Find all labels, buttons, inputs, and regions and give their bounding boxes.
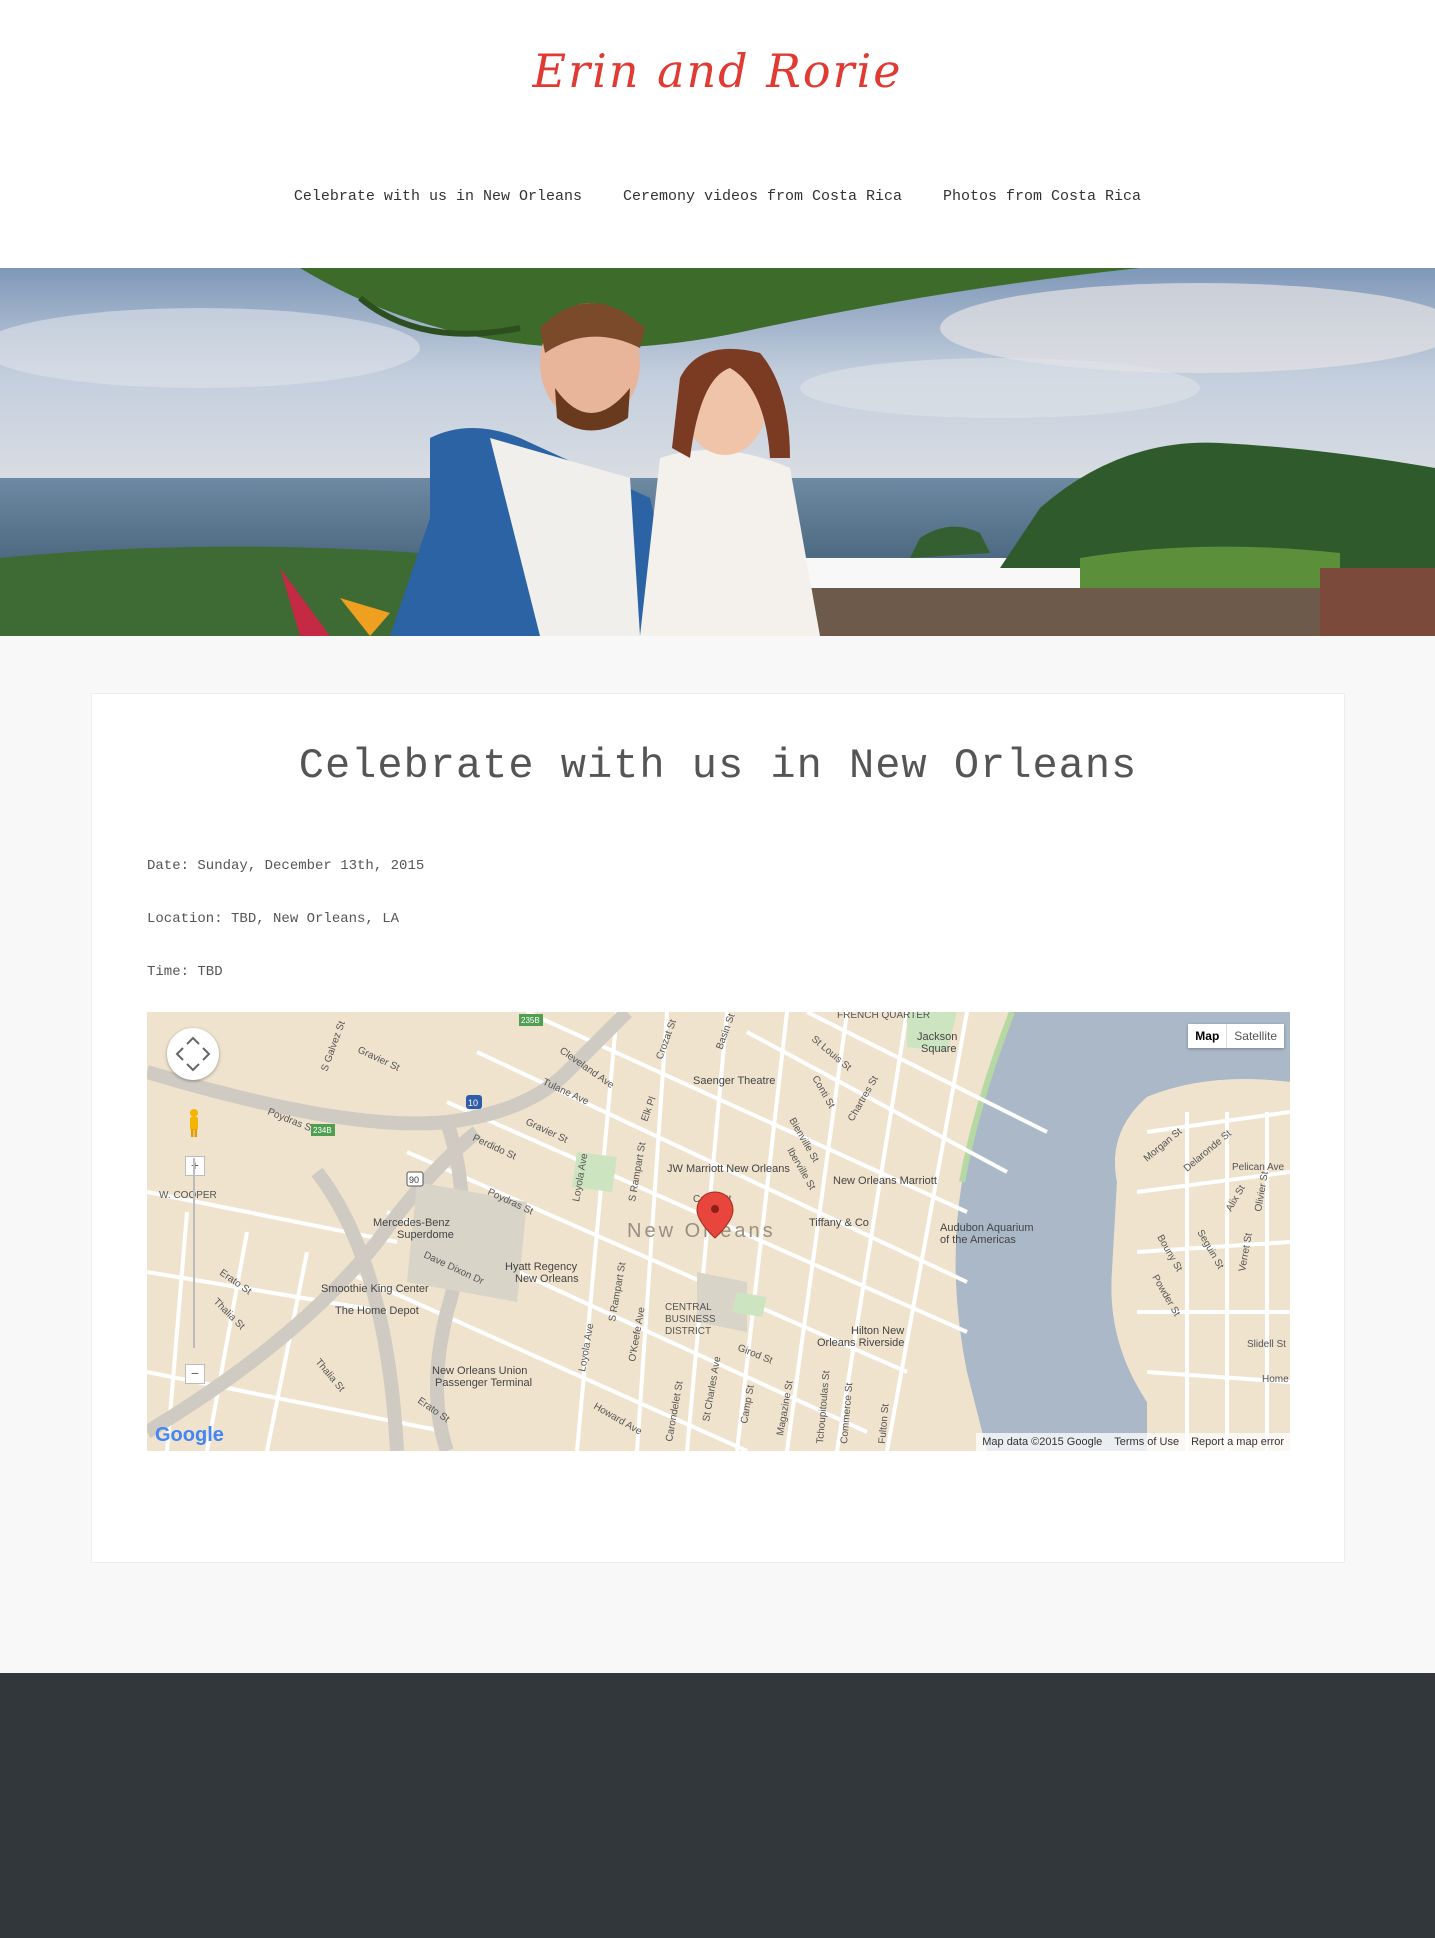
embedded-map[interactable]: New Orleans Saenger Theatre JW Marriott …: [147, 1012, 1290, 1451]
map-type-satellite-button[interactable]: Satellite: [1227, 1024, 1284, 1048]
pan-arrows-icon: [175, 1036, 211, 1072]
map-canvas[interactable]: New Orleans Saenger Theatre JW Marriott …: [147, 1012, 1290, 1451]
map-label-marriott: New Orleans Marriott: [833, 1175, 937, 1187]
map-label-union-2: Passenger Terminal: [435, 1377, 532, 1389]
google-logo[interactable]: Google: [155, 1424, 224, 1447]
exit-sign-icon: 234B: [311, 1124, 335, 1136]
map-city-label: New Orleans: [627, 1220, 776, 1242]
site-title[interactable]: Erin and Rorie: [0, 44, 1435, 98]
event-location: Location: TBD, New Orleans, LA: [147, 911, 400, 927]
site-footer: [0, 1673, 1435, 1938]
nav-item-photos[interactable]: Photos from Costa Rica: [943, 188, 1141, 205]
terms-of-use-link[interactable]: Terms of Use: [1114, 1433, 1179, 1451]
street-label-pelican: Pelican Ave: [1232, 1162, 1285, 1173]
exit-sign-icon-2: 235B: [519, 1014, 543, 1026]
map-label-superdome: Mercedes-Benz: [373, 1217, 450, 1229]
main-nav: Celebrate with us in New Orleans Ceremon…: [0, 188, 1435, 205]
us-route-shield-icon: 90: [406, 1171, 424, 1187]
map-label-jackson: Jackson: [917, 1031, 957, 1043]
pan-control[interactable]: [167, 1028, 219, 1080]
street-view-pegman-icon[interactable]: [187, 1108, 201, 1138]
map-label-aquarium-2: of the Americas: [940, 1234, 1016, 1246]
map-type-map-button[interactable]: Map: [1188, 1024, 1228, 1048]
interstate-shield-icon: 10: [466, 1095, 482, 1109]
map-label-smoothie: Smoothie King Center: [321, 1283, 429, 1295]
map-label-cbd: CENTRAL: [665, 1302, 712, 1313]
zoom-slider-track[interactable]: [193, 1158, 195, 1348]
map-label-home-depot: The Home Depot: [335, 1305, 419, 1317]
map-label-tiffany: Tiffany & Co: [809, 1217, 869, 1229]
map-label-cbd-2: BUSINESS: [665, 1314, 716, 1325]
header-photo: [0, 268, 1435, 636]
map-label-aquarium: Audubon Aquarium: [940, 1222, 1034, 1234]
map-attribution: Map data ©2015 Google: [982, 1436, 1103, 1448]
map-label-saenger: Saenger Theatre: [693, 1075, 775, 1087]
map-label-union: New Orleans Union: [432, 1365, 527, 1377]
map-label-jackson-2: Square: [921, 1043, 956, 1055]
svg-text:10: 10: [468, 1098, 478, 1108]
svg-text:235B: 235B: [521, 1016, 540, 1025]
map-label-french-quarter: FRENCH QUARTER: [837, 1012, 930, 1021]
map-label-cbd-3: DISTRICT: [665, 1326, 711, 1337]
street-label-slidell: Slidell St: [1247, 1339, 1286, 1350]
map-label-hilton: Hilton New: [851, 1325, 904, 1337]
couple-photo: [0, 268, 1435, 636]
report-map-error-link[interactable]: Report a map error: [1191, 1433, 1284, 1451]
svg-text:234B: 234B: [313, 1126, 332, 1135]
content-card: Celebrate with us in New Orleans Date: S…: [91, 693, 1345, 1563]
map-label-hilton-2: Orleans Riverside: [817, 1337, 904, 1349]
map-attribution-bar: Map data ©2015 Google Terms of Use Repor…: [976, 1433, 1290, 1451]
map-label-hyatt: Hyatt Regency: [505, 1261, 578, 1273]
nav-item-celebrate[interactable]: Celebrate with us in New Orleans: [294, 188, 582, 205]
map-label-hyatt-2: New Orleans: [515, 1273, 579, 1285]
map-label-w-cooper: W. COOPER: [159, 1190, 217, 1201]
map-label-jw-marriott: JW Marriott New Orleans: [667, 1163, 790, 1175]
page-title: Celebrate with us in New Orleans: [298, 742, 1138, 790]
map-type-control: Map Satellite: [1188, 1024, 1284, 1048]
zoom-out-button[interactable]: −: [185, 1364, 205, 1384]
event-time: Time: TBD: [147, 964, 223, 980]
nav-item-ceremony-videos[interactable]: Ceremony videos from Costa Rica: [623, 188, 902, 205]
zoom-in-button[interactable]: +: [185, 1156, 205, 1176]
map-label-superdome-2: Superdome: [397, 1229, 454, 1241]
site-header: Erin and Rorie Celebrate with us in New …: [0, 0, 1435, 268]
svg-text:90: 90: [409, 1175, 419, 1185]
event-date: Date: Sunday, December 13th, 2015: [147, 858, 425, 874]
street-label-home: Home: [1262, 1374, 1289, 1385]
